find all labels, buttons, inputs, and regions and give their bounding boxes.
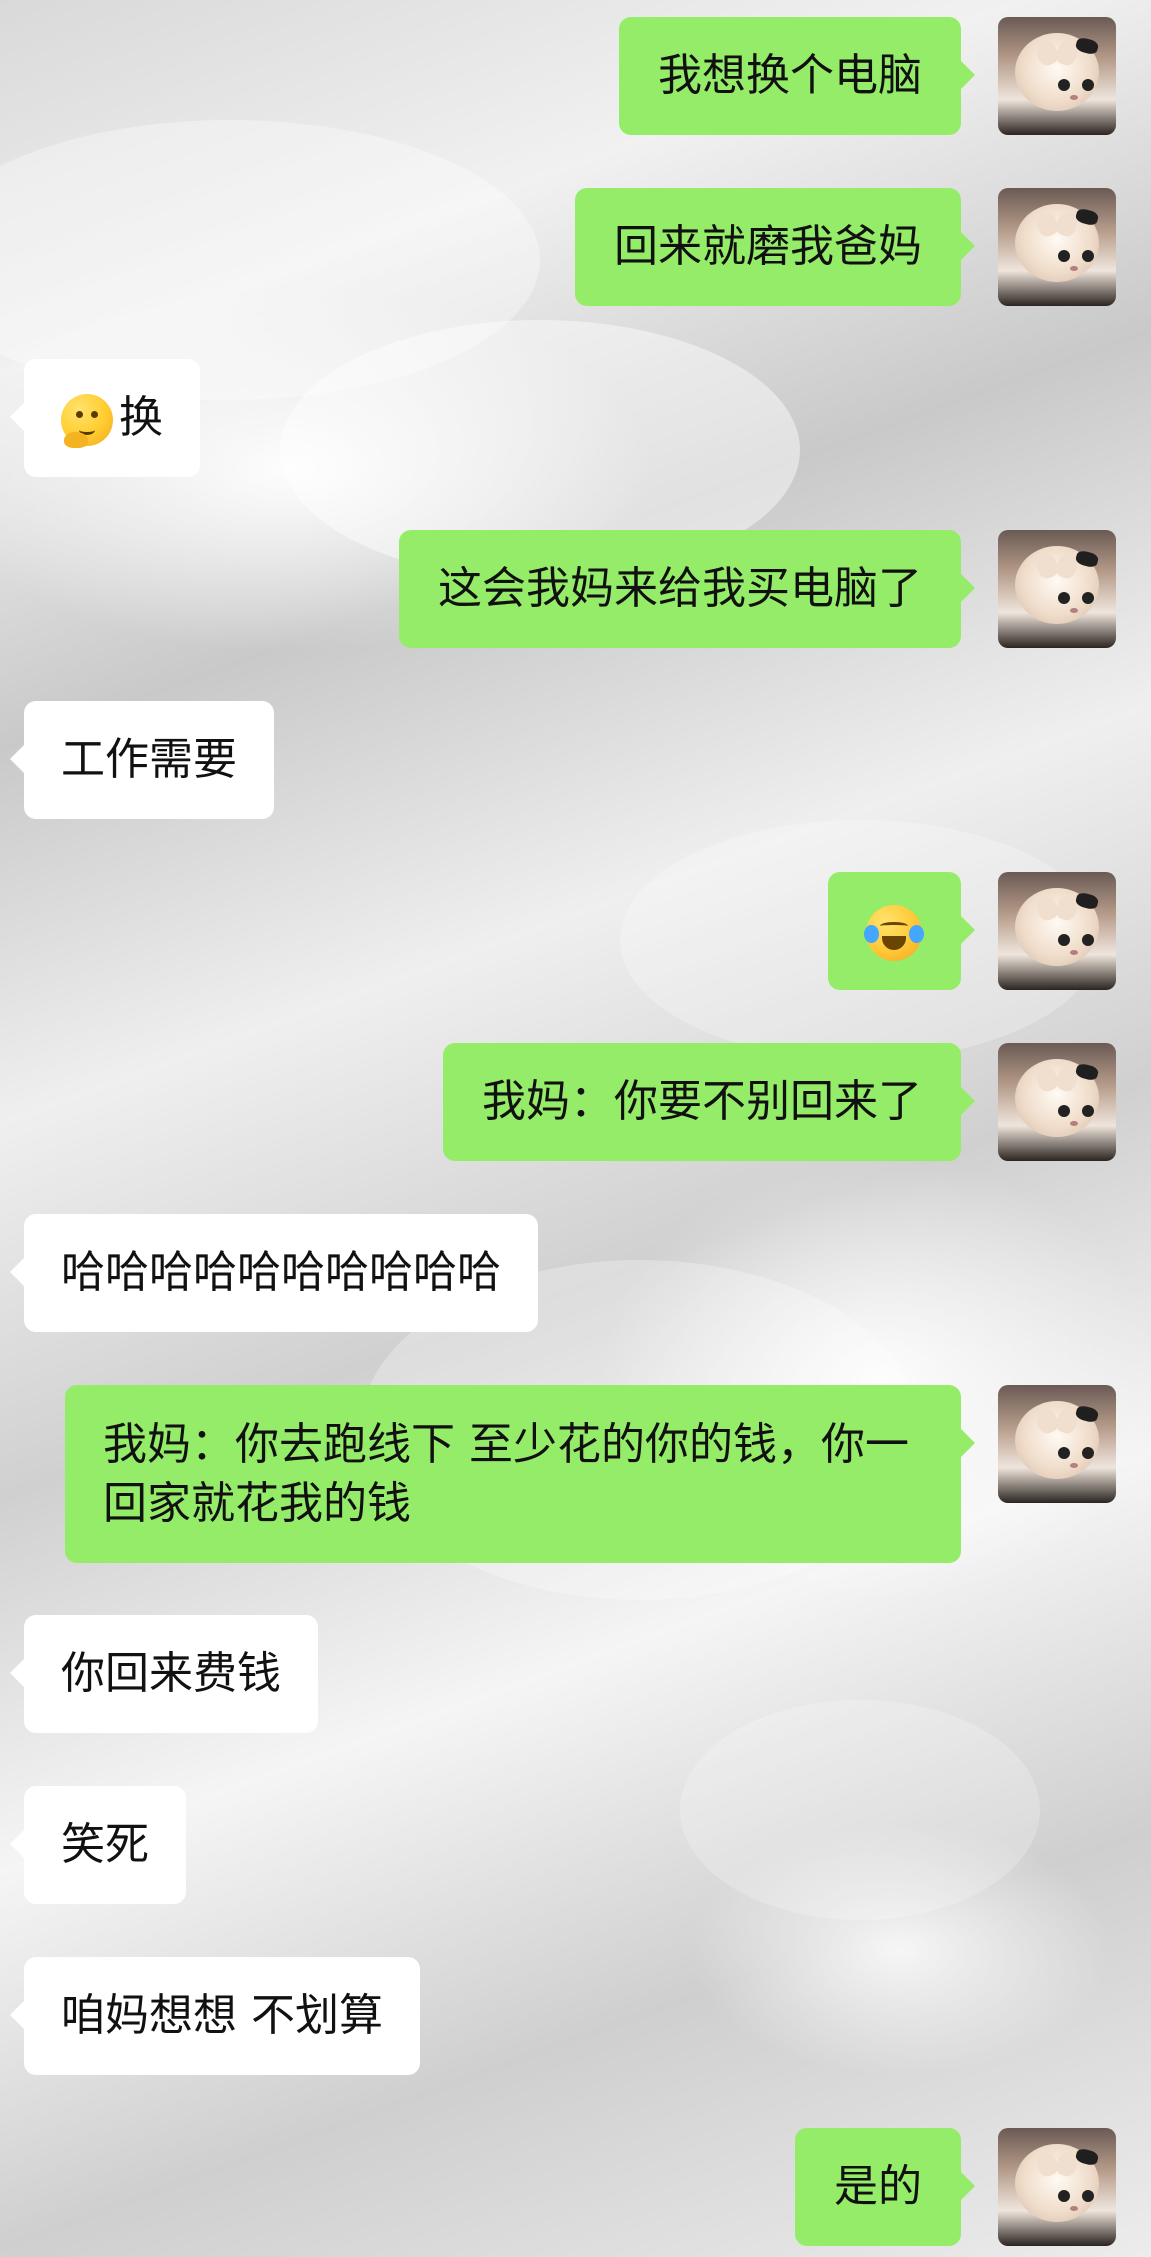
message-row: 你回来费钱 bbox=[0, 1615, 1151, 1733]
avatar[interactable] bbox=[998, 872, 1116, 990]
cat-nose-icon bbox=[1070, 1121, 1078, 1126]
message-text: 哈哈哈哈哈哈哈哈哈哈 bbox=[61, 1247, 501, 1298]
message-bubble[interactable]: 回来就磨我爸妈 bbox=[575, 188, 975, 306]
message-row: 是的 bbox=[0, 2128, 1151, 2246]
message-text: 回来就磨我爸妈 bbox=[614, 221, 922, 272]
message-text: 笑死 bbox=[61, 1819, 149, 1870]
message-bubble[interactable]: 工作需要 bbox=[10, 701, 274, 819]
message-row: 回来就磨我爸妈 bbox=[0, 188, 1151, 306]
message-bubble[interactable]: 你回来费钱 bbox=[10, 1615, 318, 1733]
message-bubble[interactable]: 这会我妈来给我买电脑了 bbox=[399, 530, 975, 648]
cat-eye-icon bbox=[1082, 2190, 1094, 2202]
cat-nose-icon bbox=[1070, 608, 1078, 613]
message-row: 工作需要 bbox=[0, 701, 1151, 819]
loudly-crying-face-icon bbox=[864, 905, 924, 961]
message-row: 这会我妈来给我买电脑了 bbox=[0, 530, 1151, 648]
avatar[interactable] bbox=[998, 1043, 1116, 1161]
cat-eye-icon bbox=[1082, 1447, 1094, 1459]
cat-nose-icon bbox=[1070, 1463, 1078, 1468]
cat-nose-icon bbox=[1070, 95, 1078, 100]
message-bubble[interactable]: 咱妈想想 不划算 bbox=[10, 1957, 420, 2075]
message-text: 工作需要 bbox=[61, 734, 237, 785]
cat-eye-icon bbox=[1058, 79, 1070, 91]
cat-eye-icon bbox=[1058, 934, 1070, 946]
avatar[interactable] bbox=[998, 188, 1116, 306]
message-bubble[interactable]: 我想换个电脑 bbox=[619, 17, 975, 135]
message-text: 我想换个电脑 bbox=[658, 50, 922, 101]
cat-eye-icon bbox=[1082, 934, 1094, 946]
message-bubble[interactable]: 换 bbox=[10, 359, 200, 477]
cat-eye-icon bbox=[1082, 1105, 1094, 1117]
chat-thread: 我想换个电脑 回来就磨我爸妈 换 这会我妈来给我买电脑了 工作需要 我妈：你要不… bbox=[0, 0, 1151, 2257]
cat-eye-icon bbox=[1082, 250, 1094, 262]
message-bubble[interactable]: 哈哈哈哈哈哈哈哈哈哈 bbox=[10, 1214, 538, 1332]
cat-eye-icon bbox=[1058, 2190, 1070, 2202]
message-row: 我妈：你去跑线下 至少花的你的钱，你一回家就花我的钱 bbox=[0, 1385, 1151, 1563]
message-row: 笑死 bbox=[0, 1786, 1151, 1904]
avatar[interactable] bbox=[998, 2128, 1116, 2246]
thinking-face-icon bbox=[61, 394, 113, 448]
message-row: 换 bbox=[0, 359, 1151, 477]
message-bubble[interactable]: 我妈：你去跑线下 至少花的你的钱，你一回家就花我的钱 bbox=[65, 1385, 975, 1563]
cat-eye-icon bbox=[1058, 1105, 1070, 1117]
cat-nose-icon bbox=[1070, 2206, 1078, 2211]
avatar[interactable] bbox=[998, 530, 1116, 648]
message-bubble[interactable]: 是的 bbox=[795, 2128, 975, 2246]
cat-eye-icon bbox=[1082, 592, 1094, 604]
message-text: 我妈：你要不别回来了 bbox=[482, 1076, 922, 1127]
avatar[interactable] bbox=[998, 1385, 1116, 1503]
cat-eye-icon bbox=[1058, 250, 1070, 262]
message-row: 咱妈想想 不划算 bbox=[0, 1957, 1151, 2075]
cat-eye-icon bbox=[1058, 592, 1070, 604]
message-bubble[interactable]: 笑死 bbox=[10, 1786, 186, 1904]
message-row: 哈哈哈哈哈哈哈哈哈哈 bbox=[0, 1214, 1151, 1332]
message-row: 我想换个电脑 bbox=[0, 17, 1151, 135]
cat-eye-icon bbox=[1082, 79, 1094, 91]
cat-eye-icon bbox=[1058, 1447, 1070, 1459]
cat-nose-icon bbox=[1070, 950, 1078, 955]
message-row bbox=[0, 872, 1151, 990]
message-text: 我妈：你去跑线下 至少花的你的钱，你一回家就花我的钱 bbox=[103, 1419, 909, 1529]
cat-nose-icon bbox=[1070, 266, 1078, 271]
message-text: 是的 bbox=[834, 2161, 922, 2212]
message-text: 你回来费钱 bbox=[61, 1648, 281, 1699]
message-bubble[interactable]: 我妈：你要不别回来了 bbox=[443, 1043, 975, 1161]
message-text: 这会我妈来给我买电脑了 bbox=[438, 563, 922, 614]
message-row: 我妈：你要不别回来了 bbox=[0, 1043, 1151, 1161]
message-bubble[interactable] bbox=[828, 872, 975, 990]
message-text: 咱妈想想 不划算 bbox=[61, 1990, 383, 2041]
avatar[interactable] bbox=[998, 17, 1116, 135]
message-text: 换 bbox=[119, 392, 163, 443]
